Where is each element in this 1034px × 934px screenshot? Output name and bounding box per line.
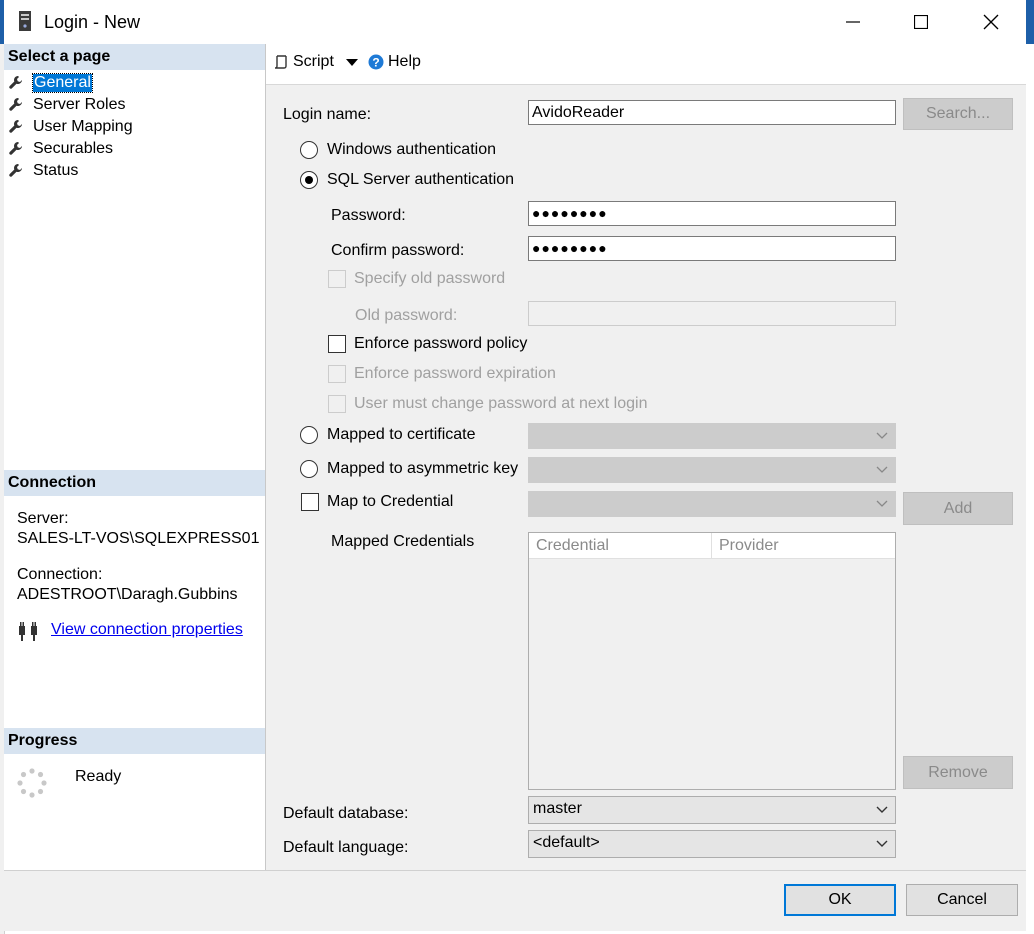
password-label: Password: <box>331 207 406 224</box>
column-header-provider[interactable]: Provider <box>712 533 895 558</box>
wrench-icon <box>9 164 22 177</box>
remove-credential-button[interactable]: Remove <box>903 756 1013 789</box>
wrench-icon <box>9 98 22 111</box>
search-button[interactable]: Search... <box>903 98 1013 130</box>
window-title: Login - New <box>44 12 141 32</box>
sql-auth-label: SQL Server authentication <box>327 171 515 188</box>
script-button[interactable]: Script <box>274 53 334 71</box>
confirm-password-input[interactable]: ●●●●●●●● <box>528 236 896 261</box>
enforce-expiration-label: Enforce password expiration <box>354 365 556 382</box>
connection-header: Connection <box>4 470 265 496</box>
default-database-label: Default database: <box>283 805 409 822</box>
ok-button[interactable]: OK <box>784 884 896 916</box>
page-item-label: Securables <box>33 140 114 157</box>
chevron-down-icon <box>875 492 889 516</box>
wrench-icon <box>9 120 22 133</box>
map-credential-checkbox[interactable] <box>301 493 319 511</box>
page-item-label: Server Roles <box>33 96 126 113</box>
maximize-button[interactable] <box>898 0 944 44</box>
server-label: Server: <box>17 510 69 527</box>
chevron-down-icon <box>875 831 889 857</box>
confirm-password-label: Confirm password: <box>331 242 465 259</box>
server-icon <box>19 11 31 31</box>
column-header-credential[interactable]: Credential <box>529 533 712 558</box>
window-frame-edge <box>0 0 4 44</box>
connection-value: ADESTROOT\Daragh.Gubbins <box>17 586 238 603</box>
windows-auth-label: Windows authentication <box>327 141 496 158</box>
help-icon: ? <box>368 54 384 70</box>
dropdown-arrow-icon[interactable] <box>346 59 358 67</box>
default-database-value: master <box>533 800 582 817</box>
select-page-header: Select a page <box>4 44 265 70</box>
help-button[interactable]: ? Help <box>368 53 421 71</box>
script-label: Script <box>293 53 334 70</box>
cancel-button[interactable]: Cancel <box>906 884 1018 916</box>
specify-old-password-checkbox[interactable] <box>328 270 346 288</box>
page-item-user-mapping[interactable]: User Mapping <box>8 116 133 138</box>
windows-auth-radio[interactable] <box>300 141 318 159</box>
page-item-label: Status <box>33 162 79 179</box>
must-change-label: User must change password at next login <box>354 395 648 412</box>
credential-select[interactable] <box>528 491 896 517</box>
default-language-select[interactable]: <default> <box>528 830 896 858</box>
enforce-expiration-checkbox[interactable] <box>328 365 346 383</box>
enforce-policy-label: Enforce password policy <box>354 335 528 352</box>
page-item-securables[interactable]: Securables <box>8 138 113 160</box>
old-password-label: Old password: <box>355 307 458 324</box>
mapped-credentials-label: Mapped Credentials <box>331 533 475 550</box>
close-button[interactable] <box>968 0 1014 44</box>
sql-auth-radio[interactable] <box>300 171 318 189</box>
must-change-checkbox[interactable] <box>328 395 346 413</box>
page-item-general[interactable]: General <box>8 72 93 94</box>
window-frame-edge <box>1026 0 1034 44</box>
enforce-policy-checkbox[interactable] <box>328 335 346 353</box>
default-database-select[interactable]: master <box>528 796 896 824</box>
close-icon <box>983 14 999 30</box>
title-bar: Login - New <box>0 0 1034 44</box>
chevron-down-icon <box>875 424 889 448</box>
default-language-value: <default> <box>533 834 600 851</box>
maximize-icon <box>914 15 928 29</box>
svg-text:?: ? <box>372 56 379 70</box>
connection-label: Connection: <box>17 566 103 583</box>
map-credential-label: Map to Credential <box>327 493 454 510</box>
login-name-input[interactable]: AvidoReader <box>528 100 896 125</box>
toolbar: Script ? Help <box>266 44 1026 85</box>
plug-icon <box>19 622 37 641</box>
old-password-input[interactable] <box>528 301 896 326</box>
chevron-down-icon <box>875 458 889 482</box>
page-item-label: User Mapping <box>33 118 133 135</box>
certificate-select[interactable] <box>528 423 896 449</box>
grid-header: Credential Provider <box>529 533 895 559</box>
script-icon <box>274 55 287 69</box>
default-language-label: Default language: <box>283 839 409 856</box>
add-credential-button[interactable]: Add <box>903 492 1013 525</box>
login-name-label: Login name: <box>283 106 372 123</box>
chevron-down-icon <box>875 797 889 823</box>
left-pane: Select a page General Server Roles User … <box>4 44 266 870</box>
view-connection-properties-link[interactable]: View connection properties <box>51 621 243 639</box>
page-item-status[interactable]: Status <box>8 160 78 182</box>
minimize-button[interactable] <box>830 0 876 44</box>
wrench-icon <box>9 76 22 89</box>
page-item-server-roles[interactable]: Server Roles <box>8 94 125 116</box>
progress-header: Progress <box>4 728 265 754</box>
asymmetric-key-select[interactable] <box>528 457 896 483</box>
server-value: SALES-LT-VOS\SQLEXPRESS01 <box>17 530 260 547</box>
mapped-asymmetric-label: Mapped to asymmetric key <box>327 460 519 477</box>
specify-old-password-label: Specify old password <box>354 270 506 287</box>
progress-spinner-icon <box>17 768 47 798</box>
minimize-icon <box>846 21 860 23</box>
mapped-asymmetric-radio[interactable] <box>300 460 318 478</box>
password-input[interactable]: ●●●●●●●● <box>528 201 896 226</box>
page-item-label: General <box>32 73 93 93</box>
wrench-icon <box>9 142 22 155</box>
mapped-certificate-radio[interactable] <box>300 426 318 444</box>
mapped-certificate-label: Mapped to certificate <box>327 426 476 443</box>
mapped-credentials-grid[interactable]: Credential Provider <box>528 532 896 790</box>
progress-status: Ready <box>75 768 122 785</box>
help-label: Help <box>388 53 421 70</box>
